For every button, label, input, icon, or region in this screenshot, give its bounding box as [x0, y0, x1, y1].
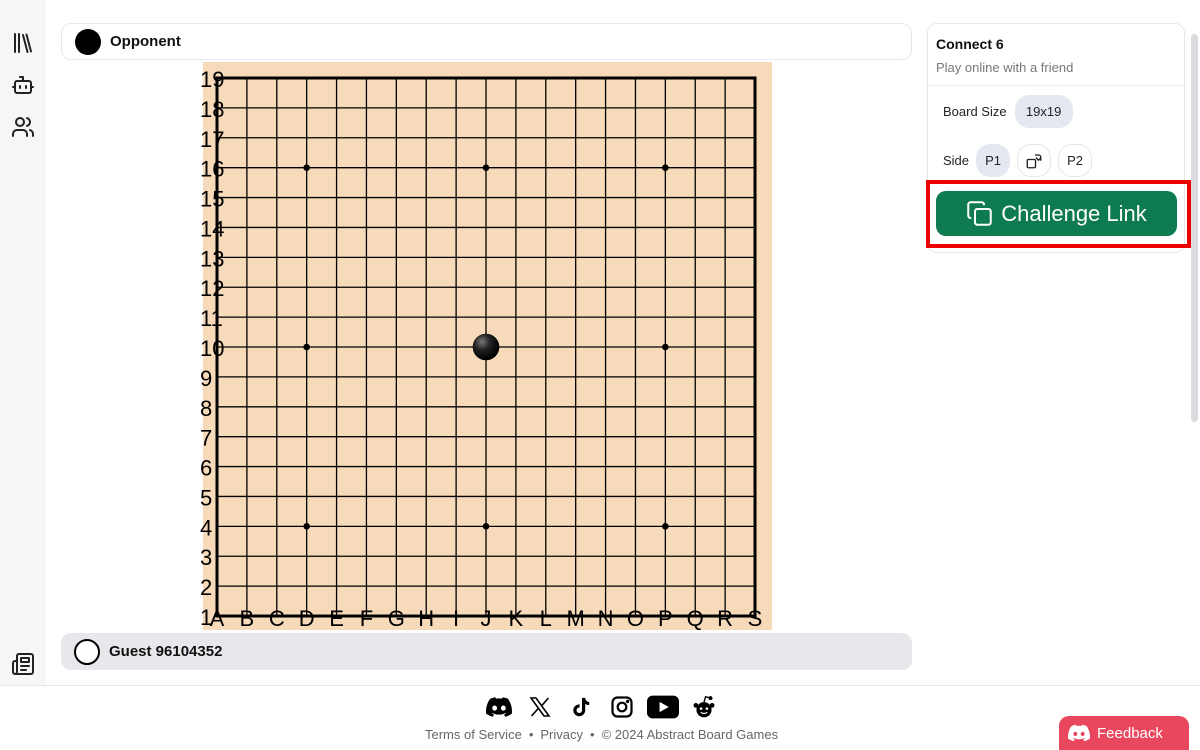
side-p2-button[interactable]: P2	[1058, 144, 1093, 177]
row-label: 15	[200, 187, 224, 212]
row-label: 17	[200, 127, 224, 152]
star-point	[303, 523, 310, 530]
copy-icon	[967, 201, 992, 226]
tiktok-icon[interactable]	[565, 692, 597, 722]
board-size-label: Board Size	[943, 104, 1007, 119]
opponent-bar: Opponent	[61, 23, 912, 60]
row-label: 3	[200, 545, 212, 570]
row-label: 9	[200, 366, 212, 391]
column-label: M	[567, 606, 585, 631]
copyright-text: © 2024 Abstract Board Games	[601, 727, 779, 742]
discord-icon[interactable]	[483, 692, 515, 722]
star-point	[482, 523, 490, 530]
row-label: 7	[200, 426, 212, 451]
white-stone-icon	[74, 638, 100, 665]
row-label: 4	[200, 515, 212, 540]
column-label: I	[453, 606, 459, 631]
column-label: B	[240, 606, 255, 631]
star-point	[303, 164, 310, 171]
row-label: 10	[200, 336, 224, 361]
column-label: L	[540, 606, 552, 631]
column-label: F	[360, 606, 373, 631]
row-label: 16	[200, 157, 224, 182]
black-stone-icon	[75, 28, 101, 55]
star-point	[662, 343, 669, 351]
row-label: 18	[200, 97, 224, 122]
board-stone	[472, 333, 500, 361]
news-icon[interactable]	[11, 652, 35, 676]
opponent-name: Opponent	[110, 33, 181, 50]
challenge-link-label: Challenge Link	[1001, 200, 1147, 226]
side-p1-button[interactable]: P1	[976, 144, 1011, 177]
panel-header: Connect 6 Play online with a friend	[928, 24, 1184, 86]
star-point	[662, 523, 669, 530]
column-label: H	[418, 606, 434, 631]
column-label: C	[269, 606, 285, 631]
footer-separator: •	[590, 727, 595, 742]
column-label: Q	[687, 606, 704, 631]
x-icon[interactable]	[524, 692, 556, 722]
feedback-button[interactable]: Feedback	[1059, 716, 1189, 750]
column-label: D	[299, 606, 315, 631]
star-point	[482, 164, 490, 171]
instagram-icon[interactable]	[606, 692, 638, 722]
star-point	[662, 164, 669, 171]
column-label: O	[627, 606, 644, 631]
swap-icon	[1026, 153, 1042, 168]
challenge-link-button[interactable]: Challenge Link	[936, 191, 1177, 236]
discord-icon	[1068, 724, 1090, 742]
users-icon[interactable]	[11, 115, 35, 139]
row-label: 14	[200, 216, 224, 241]
column-label: E	[329, 606, 344, 631]
game-board[interactable]: 19 18 17 16 15 14 13 12 11 10 9 8 7 6 5 4 3 2 1 A B C D E F G H I J K…	[200, 62, 772, 632]
row-label: 19	[200, 67, 224, 92]
footer-links: Terms of Service • Privacy • © 2024 Abstract…	[425, 727, 778, 742]
row-label: 8	[200, 396, 212, 421]
row-label: 5	[200, 485, 212, 510]
guest-name: Guest 96104352	[109, 643, 223, 660]
row-label: 11	[200, 306, 223, 331]
youtube-icon[interactable]	[647, 692, 679, 722]
board-size-select[interactable]: 19x19	[1014, 95, 1073, 128]
row-label: 6	[200, 456, 212, 481]
board-size-row: Board Size 19x19	[943, 95, 1073, 128]
column-label: S	[748, 606, 763, 631]
terms-link[interactable]: Terms of Service	[425, 727, 522, 742]
star-point	[303, 343, 310, 351]
feedback-label: Feedback	[1097, 724, 1163, 742]
row-label: 12	[200, 276, 224, 301]
board-svg[interactable]: 19181716151413121110987654321A B C D E F G H I J K…	[200, 62, 772, 632]
social-links	[483, 692, 720, 722]
column-label: G	[388, 606, 405, 631]
row-label: 2	[200, 575, 212, 600]
panel-title: Connect 6	[936, 36, 1004, 52]
column-label: R	[717, 606, 733, 631]
footer: Terms of Service • Privacy • © 2024 Abstract…	[0, 685, 1200, 750]
column-label: J	[481, 606, 492, 631]
column-label: N	[598, 606, 614, 631]
footer-separator: •	[528, 727, 534, 742]
privacy-link[interactable]: Privacy	[540, 727, 583, 742]
column-label: A	[210, 606, 225, 631]
guest-bar: Guest 96104352	[61, 633, 912, 670]
column-label: P	[658, 606, 673, 631]
panel-subtitle: Play online with a friend	[936, 60, 1074, 75]
page-scrollbar[interactable]	[1191, 34, 1198, 422]
column-label: K	[509, 606, 524, 631]
reddit-icon[interactable]	[688, 692, 720, 722]
swap-side-button[interactable]	[1017, 144, 1052, 177]
row-label: 13	[200, 246, 224, 271]
bot-icon[interactable]	[11, 73, 35, 97]
side-row: Side P1 P2	[943, 144, 1093, 177]
left-sidebar	[0, 0, 46, 686]
side-label: Side	[943, 153, 970, 168]
library-icon[interactable]	[11, 31, 35, 55]
